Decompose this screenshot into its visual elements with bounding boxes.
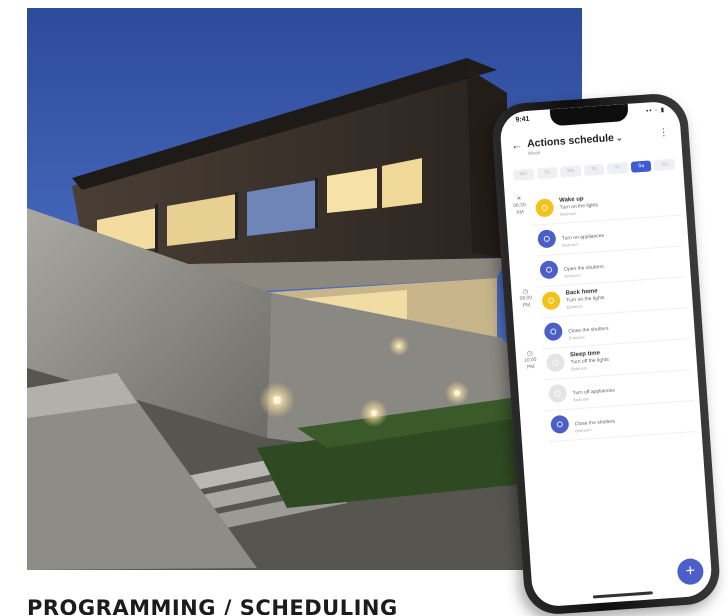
day-tab[interactable]: Tu bbox=[536, 166, 558, 180]
group-time: ◷ 10:00 PM bbox=[522, 350, 539, 372]
item-room: Bedroom bbox=[572, 396, 590, 403]
item-room: Bedroom bbox=[570, 365, 588, 372]
item-room: Entrance bbox=[566, 303, 583, 310]
app-subtitle: Week bbox=[527, 150, 541, 157]
app-title[interactable]: Actions schedule⌄ bbox=[527, 131, 623, 150]
item-room: Bedroom bbox=[562, 241, 579, 248]
item-action: Turn off the lights bbox=[570, 356, 609, 366]
item-action: Turn on appliances bbox=[561, 232, 605, 242]
item-room: Entrance bbox=[568, 334, 585, 341]
add-action-button[interactable]: + bbox=[676, 557, 705, 586]
action-icon bbox=[543, 322, 563, 342]
item-action: Turn on the lights bbox=[565, 294, 605, 304]
section-caption: PROGRAMMING / SCHEDULING bbox=[27, 596, 398, 615]
group-time: ☀ 06:30 AM bbox=[511, 195, 528, 217]
smartphone: 9:41 ▪▪ ◦ ▮ ← Actions schedule⌄ Week ⋮ M… bbox=[490, 91, 722, 616]
schedule-list: ☀ 06:30 AM Wake up Turn on the lights Bedroo… bbox=[511, 184, 696, 444]
item-room: Bedroom bbox=[564, 272, 581, 279]
chevron-down-icon: ⌄ bbox=[615, 133, 623, 143]
more-options-icon[interactable]: ⋮ bbox=[658, 127, 669, 139]
action-icon bbox=[537, 229, 557, 249]
house-photo bbox=[27, 8, 582, 570]
item-action: Close the shutters bbox=[574, 418, 616, 428]
app-title-text: Actions schedule bbox=[526, 131, 615, 150]
group-time-label: 06:00 PM bbox=[519, 295, 533, 309]
group-time-label: 10:00 PM bbox=[523, 356, 537, 371]
day-tab[interactable]: Sa bbox=[630, 160, 652, 173]
app-bar: ← Actions schedule⌄ Week ⋮ bbox=[509, 127, 672, 160]
item-room: Bedroom bbox=[559, 210, 577, 217]
group-time-label: 06:30 AM bbox=[512, 202, 526, 216]
home-indicator bbox=[592, 591, 653, 599]
schedule-group: ◷ 10:00 PM Sleep time Turn off the lights Be… bbox=[522, 339, 696, 443]
action-icon bbox=[535, 198, 555, 218]
schedule-group: ☀ 06:30 AM Wake up Turn on the lights Bedroo… bbox=[511, 184, 685, 289]
action-icon bbox=[545, 352, 566, 373]
item-room: Bedroom bbox=[575, 427, 592, 434]
group-time: ◷ 06:00 PM bbox=[517, 288, 534, 310]
day-tab[interactable]: Fr bbox=[607, 162, 629, 175]
day-selector: Mo Tu We Th Fr Sa Su bbox=[512, 158, 676, 183]
back-arrow-icon[interactable]: ← bbox=[511, 139, 523, 152]
phone-screen: 9:41 ▪▪ ◦ ▮ ← Actions schedule⌄ Week ⋮ M… bbox=[498, 100, 714, 608]
day-tab[interactable]: We bbox=[559, 165, 582, 178]
item-action: Turn off appliances bbox=[572, 387, 616, 397]
item-action: Open the shutters bbox=[563, 263, 604, 273]
day-tab[interactable]: Th bbox=[583, 163, 605, 177]
action-icon bbox=[541, 291, 561, 311]
schedule-group: ◷ 06:00 PM Back home Turn on the lights Entr… bbox=[517, 277, 690, 351]
item-action: Close the shutters bbox=[568, 325, 609, 335]
action-icon bbox=[548, 383, 568, 404]
action-icon bbox=[550, 414, 570, 435]
status-icons: ▪▪ ◦ ▮ bbox=[645, 107, 666, 115]
house-illustration bbox=[27, 8, 582, 570]
day-tab[interactable]: Mo bbox=[512, 168, 535, 182]
item-action: Turn on the lights bbox=[559, 202, 599, 211]
status-time: 9:41 bbox=[515, 115, 530, 124]
action-icon bbox=[539, 260, 559, 280]
day-tab[interactable]: Su bbox=[654, 158, 676, 172]
phone-notch bbox=[549, 103, 629, 127]
